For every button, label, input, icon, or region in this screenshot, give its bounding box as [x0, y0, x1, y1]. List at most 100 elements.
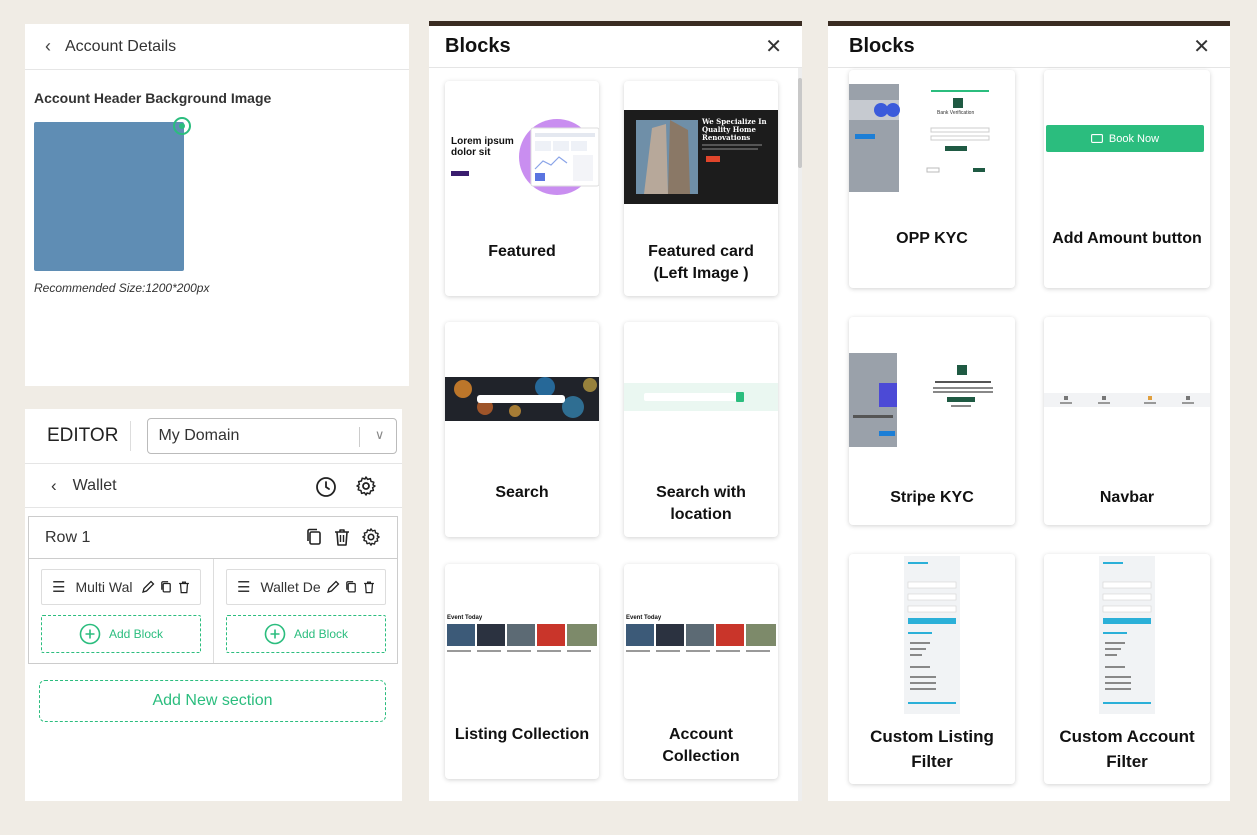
- listing-collection-thumbnail: [445, 614, 599, 666]
- close-icon[interactable]: ✕: [1193, 34, 1210, 59]
- block-card-search-location[interactable]: Search with location: [624, 322, 778, 537]
- domain-select-value: My Domain: [158, 427, 240, 444]
- block-title: Wallet De: [260, 579, 321, 595]
- image-handle-icon[interactable]: [173, 117, 191, 135]
- column-2: ☰ Wallet De Add Block: [213, 559, 397, 663]
- copy-icon[interactable]: [305, 527, 323, 547]
- card-label: Search: [495, 484, 549, 501]
- block-card-featured[interactable]: Lorem ipsum dolor sit Featured: [445, 81, 599, 296]
- featured-thumb-heading: Lorem ipsum dolor sit: [451, 136, 514, 158]
- trash-icon[interactable]: [362, 580, 376, 594]
- search-location-thumbnail: [624, 383, 778, 411]
- card-label: OPP KYC: [896, 230, 968, 247]
- scrollbar[interactable]: [798, 68, 802, 801]
- block-card-listing-collection[interactable]: Event Today Listing Collection: [445, 564, 599, 779]
- block-card-search[interactable]: Search: [445, 322, 599, 537]
- gear-icon[interactable]: [361, 527, 381, 547]
- blocks-header: Blocks ✕: [828, 26, 1230, 68]
- card-label: Stripe KYC: [890, 489, 974, 506]
- back-chevron-icon[interactable]: ‹: [45, 36, 51, 57]
- custom-account-filter-thumbnail: [1099, 556, 1155, 714]
- background-image-preview[interactable]: [34, 117, 191, 271]
- card-label: Custom Account Filter: [1059, 727, 1195, 771]
- custom-listing-filter-thumbnail: [904, 556, 960, 714]
- block-card-add-amount-button[interactable]: Book Now Add Amount button: [1044, 70, 1210, 288]
- blocks-panel-left: Blocks ✕ Lorem ipsum dolor sit Featured: [429, 21, 802, 801]
- block-card-stripe-kyc[interactable]: Stripe KYC: [849, 317, 1015, 525]
- copy-icon[interactable]: [159, 580, 173, 594]
- blocks-header: Blocks ✕: [429, 26, 802, 68]
- navbar-thumbnail: [1044, 393, 1210, 407]
- featured-thumb-button: [451, 171, 469, 176]
- block-card-custom-account-filter[interactable]: Custom Account Filter: [1044, 554, 1210, 784]
- account-details-title: Account Details: [65, 37, 177, 55]
- listing-thumb-heading: Event Today: [447, 615, 483, 621]
- row-actions: [305, 527, 381, 547]
- account-thumb-heading: Event Today: [626, 615, 662, 621]
- scrollbar-thumb[interactable]: [798, 78, 802, 168]
- back-chevron-icon[interactable]: ‹: [51, 476, 57, 496]
- account-collection-thumbnail: [624, 614, 778, 666]
- block-card-opp-kyc[interactable]: Bank Verification OPP KYC: [849, 70, 1015, 288]
- pencil-icon[interactable]: [326, 580, 340, 594]
- card-label: Add Amount button: [1052, 230, 1202, 247]
- search-thumbnail: [445, 377, 599, 421]
- select-separator: [359, 427, 361, 447]
- drag-handle-icon[interactable]: ☰: [52, 578, 65, 596]
- block-card-navbar[interactable]: Navbar: [1044, 317, 1210, 525]
- section-title: Wallet: [72, 476, 117, 494]
- plus-circle-icon: [79, 623, 101, 645]
- card-label: Account Collection: [662, 726, 740, 765]
- stripe-kyc-thumbnail: [849, 353, 1015, 447]
- close-icon[interactable]: ✕: [765, 34, 782, 59]
- block-item[interactable]: ☰ Multi Wal: [41, 569, 201, 605]
- copy-icon[interactable]: [344, 580, 358, 594]
- block-actions: [326, 580, 376, 594]
- trash-icon[interactable]: [177, 580, 191, 594]
- background-image[interactable]: [34, 122, 184, 271]
- opp-kyc-thumb-heading: Bank Verification: [937, 110, 975, 116]
- ticket-icon: [1090, 134, 1103, 143]
- editor-panel: EDITOR My Domain ∨ ‹ Wallet Row 1 ☰ Mult…: [25, 409, 402, 801]
- card-label: Featured: [488, 243, 556, 260]
- chevron-down-icon[interactable]: ∨: [375, 427, 385, 443]
- recommended-size-note: Recommended Size:1200*200px: [34, 281, 210, 295]
- row-title: Row 1: [45, 528, 91, 546]
- blocks-title: Blocks: [445, 35, 511, 57]
- block-actions: [141, 580, 191, 594]
- history-icon[interactable]: [315, 476, 337, 498]
- add-block-button[interactable]: Add Block: [226, 615, 386, 653]
- row-columns: ☰ Multi Wal Add Block ☰ Wallet De Add Bl…: [29, 559, 397, 663]
- card-label: Navbar: [1099, 489, 1155, 506]
- blocks-title: Blocks: [849, 35, 915, 57]
- blocks-panel-right: Blocks ✕ Bank Verification OPP KYC Book …: [828, 21, 1230, 801]
- block-title: Multi Wal: [75, 579, 133, 595]
- featured-card-thumb-heading: We Specialize In Quality Home Renovation…: [702, 117, 767, 142]
- add-block-button[interactable]: Add Block: [41, 615, 201, 653]
- card-label: Search with location: [656, 484, 746, 523]
- pencil-icon[interactable]: [141, 580, 155, 594]
- drag-handle-icon[interactable]: ☰: [237, 578, 250, 596]
- trash-icon[interactable]: [333, 527, 351, 547]
- opp-kyc-thumbnail: [849, 70, 1015, 194]
- account-details-header: ‹ Account Details: [25, 24, 409, 70]
- book-now-label: Book Now: [1108, 132, 1160, 145]
- domain-select[interactable]: My Domain ∨: [147, 418, 398, 454]
- block-card-featured-left-image[interactable]: We Specialize In Quality Home Renovation…: [624, 81, 778, 296]
- background-image-label: Account Header Background Image: [34, 90, 272, 106]
- add-block-label: Add Block: [293, 627, 349, 641]
- row-header: Row 1: [29, 517, 397, 559]
- block-item[interactable]: ☰ Wallet De: [226, 569, 386, 605]
- block-card-custom-listing-filter[interactable]: Custom Listing Filter: [849, 554, 1015, 784]
- gear-icon[interactable]: [355, 475, 377, 497]
- card-label: Listing Collection: [454, 726, 590, 743]
- column-1: ☰ Multi Wal Add Block: [29, 559, 213, 663]
- add-new-section-button[interactable]: Add New section: [39, 680, 386, 722]
- account-details-panel: ‹ Account Details Account Header Backgro…: [25, 24, 409, 386]
- block-card-account-collection[interactable]: Event Today Account Collection: [624, 564, 778, 779]
- card-label: Custom Listing Filter: [870, 727, 994, 771]
- plus-circle-icon: [264, 623, 286, 645]
- editor-toolbar: EDITOR My Domain ∨: [25, 409, 402, 463]
- card-label: Featured card (Left Image ): [648, 243, 754, 282]
- section-header: ‹ Wallet: [25, 463, 402, 508]
